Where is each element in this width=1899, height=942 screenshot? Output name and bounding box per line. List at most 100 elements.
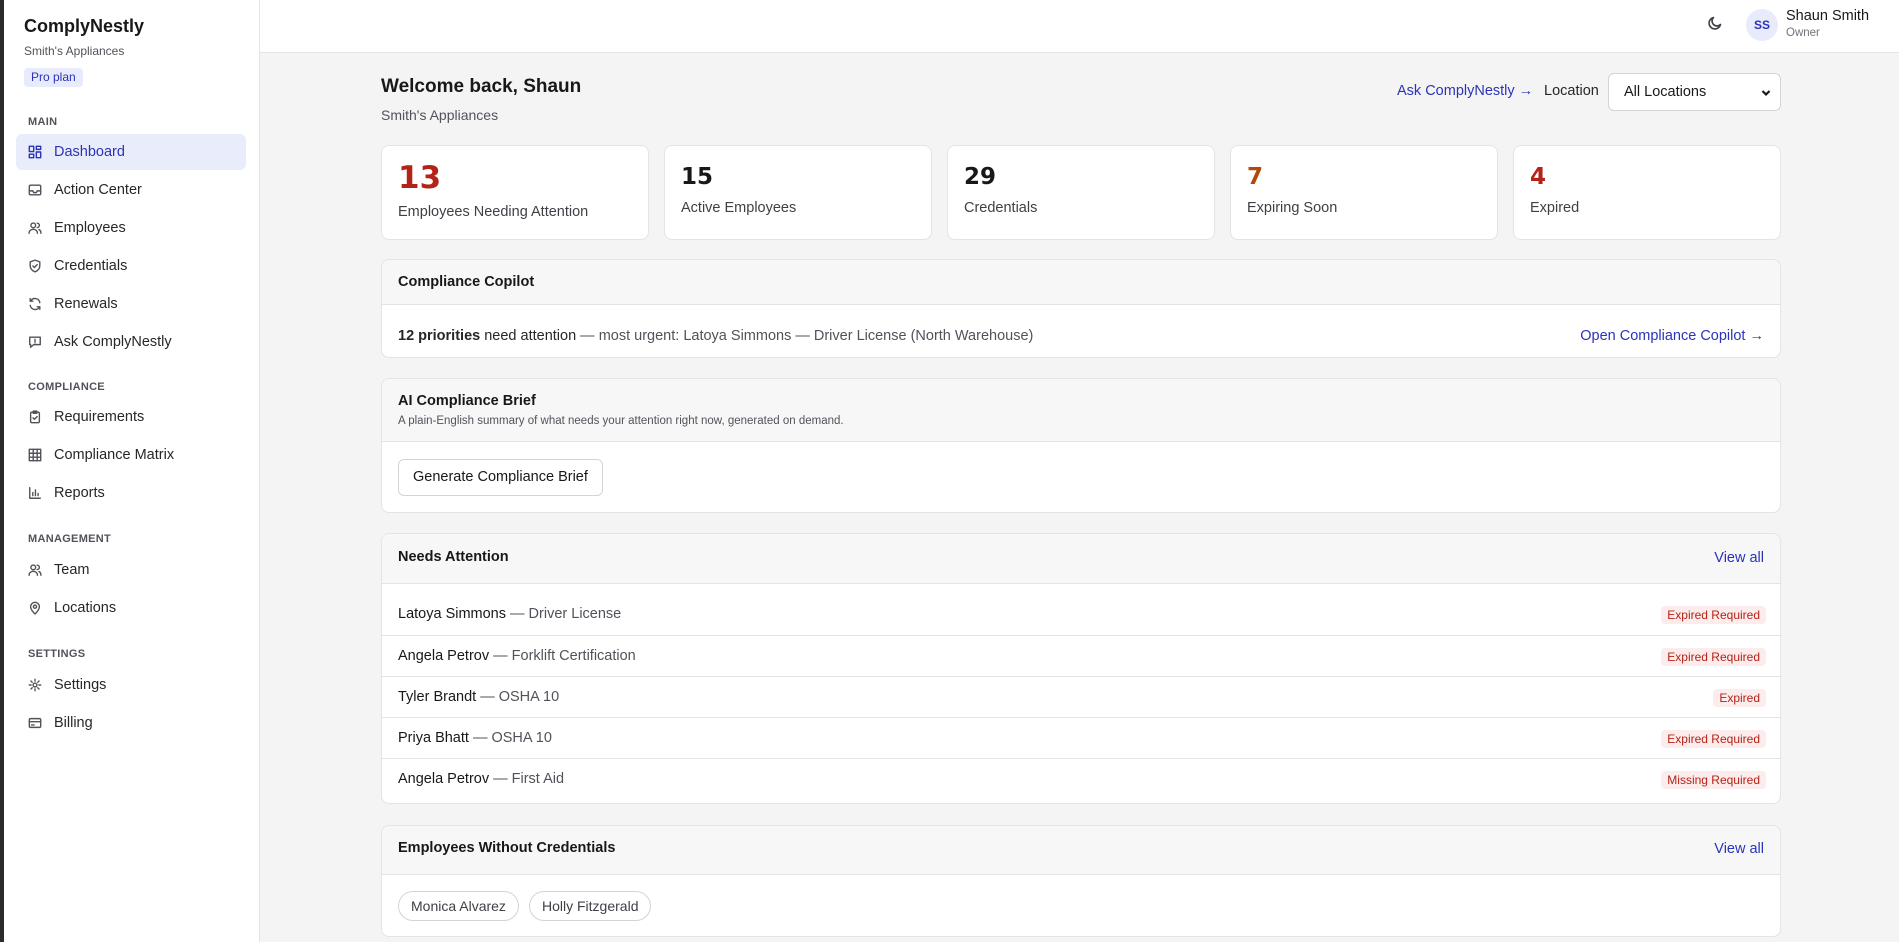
stat-label: Employees Needing Attention bbox=[398, 204, 589, 220]
sidebar-item-action-center[interactable]: Action Center bbox=[16, 172, 246, 208]
needs-attention-card: Needs Attention View all Latoya Simmons … bbox=[381, 533, 1781, 804]
status-badge: Expired Required bbox=[1661, 606, 1766, 624]
refresh-icon bbox=[28, 297, 42, 311]
credential-name: — OSHA 10 bbox=[468, 730, 552, 746]
user-name[interactable]: Shaun Smith bbox=[1786, 8, 1869, 24]
card-header: AI Compliance Brief A plain-English summ… bbox=[382, 379, 1780, 442]
grid-icon bbox=[28, 448, 42, 462]
table-row[interactable]: Latoya Simmons — Driver License Expired … bbox=[382, 594, 1780, 635]
page-subtitle: Smith's Appliances bbox=[381, 107, 499, 123]
employee-name: Latoya Simmons bbox=[398, 606, 506, 622]
priority-need: need attention bbox=[480, 328, 577, 344]
table-row[interactable]: Priya Bhatt — OSHA 10 Expired Required bbox=[382, 717, 1780, 758]
sidebar-item-label: Credentials bbox=[54, 258, 128, 274]
users-icon bbox=[28, 563, 42, 577]
inbox-icon bbox=[28, 183, 42, 197]
row-text: Angela Petrov — Forklift Certification bbox=[398, 648, 636, 664]
sidebar-item-label: Dashboard bbox=[54, 144, 125, 160]
employee-name: Angela Petrov bbox=[398, 771, 490, 787]
sidebar-item-renewals[interactable]: Renewals bbox=[16, 286, 246, 322]
sidebar-item-billing[interactable]: Billing bbox=[16, 705, 246, 741]
row-text: Angela Petrov — First Aid bbox=[398, 771, 564, 787]
sidebar-item-label: Billing bbox=[54, 715, 93, 731]
sidebar-item-ask[interactable]: Ask ComplyNestly bbox=[16, 324, 246, 360]
page-title: Welcome back, Shaun bbox=[381, 76, 582, 97]
ask-complynestly-link[interactable]: Ask ComplyNestly → bbox=[1397, 83, 1533, 99]
company-name: Smith's Appliances bbox=[24, 44, 125, 58]
stat-label: Expired bbox=[1530, 200, 1580, 216]
sidebar-item-employees[interactable]: Employees bbox=[16, 210, 246, 246]
brand-name: ComplyNestly bbox=[24, 16, 145, 36]
priority-detail: — most urgent: Latoya Simmons — Driver L… bbox=[576, 328, 1034, 344]
sidebar-item-label: Locations bbox=[54, 600, 117, 616]
stat-card-expired[interactable]: 4 Expired bbox=[1513, 145, 1781, 240]
stat-card-needing-attention[interactable]: 13 Employees Needing Attention bbox=[381, 145, 649, 240]
location-label: Location bbox=[1544, 83, 1599, 99]
stat-value: 13 bbox=[398, 160, 442, 196]
bar-chart-icon bbox=[28, 486, 42, 500]
clipboard-check-icon bbox=[28, 410, 42, 424]
employees-without-credentials-card: Employees Without Credentials View all M… bbox=[381, 825, 1781, 937]
stat-card-active-employees[interactable]: 15 Active Employees bbox=[664, 145, 932, 240]
map-pin-icon bbox=[28, 601, 42, 615]
section-label-management: MANAGEMENT bbox=[28, 533, 112, 545]
credit-card-icon bbox=[28, 716, 42, 730]
card-header: Needs Attention View all bbox=[382, 534, 1780, 584]
sidebar-item-label: Team bbox=[54, 562, 90, 578]
employee-name: Tyler Brandt bbox=[398, 689, 477, 705]
moon-icon[interactable] bbox=[1707, 15, 1727, 35]
credential-name: — First Aid bbox=[489, 771, 565, 787]
stat-label: Expiring Soon bbox=[1247, 200, 1338, 216]
credential-name: — Forklift Certification bbox=[489, 648, 636, 664]
location-select[interactable]: All Locations bbox=[1608, 73, 1781, 111]
card-title: AI Compliance Brief bbox=[398, 393, 536, 409]
row-text: Latoya Simmons — Driver License bbox=[398, 606, 621, 622]
employee-name: Angela Petrov bbox=[398, 648, 490, 664]
users-icon bbox=[28, 221, 42, 235]
stat-value: 29 bbox=[964, 164, 997, 190]
view-all-link[interactable]: View all bbox=[1714, 841, 1764, 857]
sidebar-item-label: Requirements bbox=[54, 409, 145, 425]
sidebar-item-team[interactable]: Team bbox=[16, 552, 246, 588]
chevron-down-icon bbox=[1761, 90, 1771, 97]
avatar[interactable]: SS bbox=[1746, 9, 1778, 41]
stat-value: 7 bbox=[1247, 164, 1264, 190]
card-header: Employees Without Credentials View all bbox=[382, 826, 1780, 875]
sidebar-item-dashboard[interactable]: Dashboard bbox=[16, 134, 246, 170]
stat-value: 15 bbox=[681, 164, 714, 190]
table-row[interactable]: Angela Petrov — Forklift Certification E… bbox=[382, 635, 1780, 676]
user-role: Owner bbox=[1786, 27, 1820, 39]
sidebar-item-compliance-matrix[interactable]: Compliance Matrix bbox=[16, 437, 246, 473]
card-title: Employees Without Credentials bbox=[398, 840, 616, 856]
open-copilot-link[interactable]: Open Compliance Copilot → bbox=[1580, 328, 1764, 344]
status-badge: Expired Required bbox=[1661, 730, 1766, 748]
sidebar-item-requirements[interactable]: Requirements bbox=[16, 399, 246, 435]
table-row[interactable]: Tyler Brandt — OSHA 10 Expired bbox=[382, 676, 1780, 717]
dashboard-icon bbox=[28, 145, 42, 159]
stat-card-credentials[interactable]: 29 Credentials bbox=[947, 145, 1215, 240]
employee-chip[interactable]: Holly Fitzgerald bbox=[529, 891, 652, 921]
sidebar-item-settings[interactable]: Settings bbox=[16, 667, 246, 703]
card-header: Compliance Copilot bbox=[382, 260, 1780, 305]
employee-chip[interactable]: Monica Alvarez bbox=[398, 891, 519, 921]
sidebar-item-locations[interactable]: Locations bbox=[16, 590, 246, 626]
topbar bbox=[260, 0, 1899, 53]
shield-check-icon bbox=[28, 259, 42, 273]
stat-card-expiring-soon[interactable]: 7 Expiring Soon bbox=[1230, 145, 1498, 240]
credential-name: — Driver License bbox=[506, 606, 622, 622]
ai-brief-card: AI Compliance Brief A plain-English summ… bbox=[381, 378, 1781, 513]
row-text: Priya Bhatt — OSHA 10 bbox=[398, 730, 552, 746]
sidebar-item-label: Employees bbox=[54, 220, 126, 236]
sidebar-item-label: Action Center bbox=[54, 182, 142, 198]
sidebar-item-credentials[interactable]: Credentials bbox=[16, 248, 246, 284]
stat-value: 4 bbox=[1530, 164, 1547, 190]
table-row[interactable]: Angela Petrov — First Aid Missing Requir… bbox=[382, 758, 1780, 799]
view-all-link[interactable]: View all bbox=[1714, 550, 1764, 566]
section-label-main: MAIN bbox=[28, 116, 58, 128]
employee-name: Priya Bhatt bbox=[398, 730, 469, 746]
chat-icon bbox=[28, 335, 42, 349]
sidebar-item-reports[interactable]: Reports bbox=[16, 475, 246, 511]
stat-label: Credentials bbox=[964, 200, 1038, 216]
priority-count: 12 priorities bbox=[398, 328, 481, 344]
generate-brief-button[interactable]: Generate Compliance Brief bbox=[398, 459, 603, 496]
